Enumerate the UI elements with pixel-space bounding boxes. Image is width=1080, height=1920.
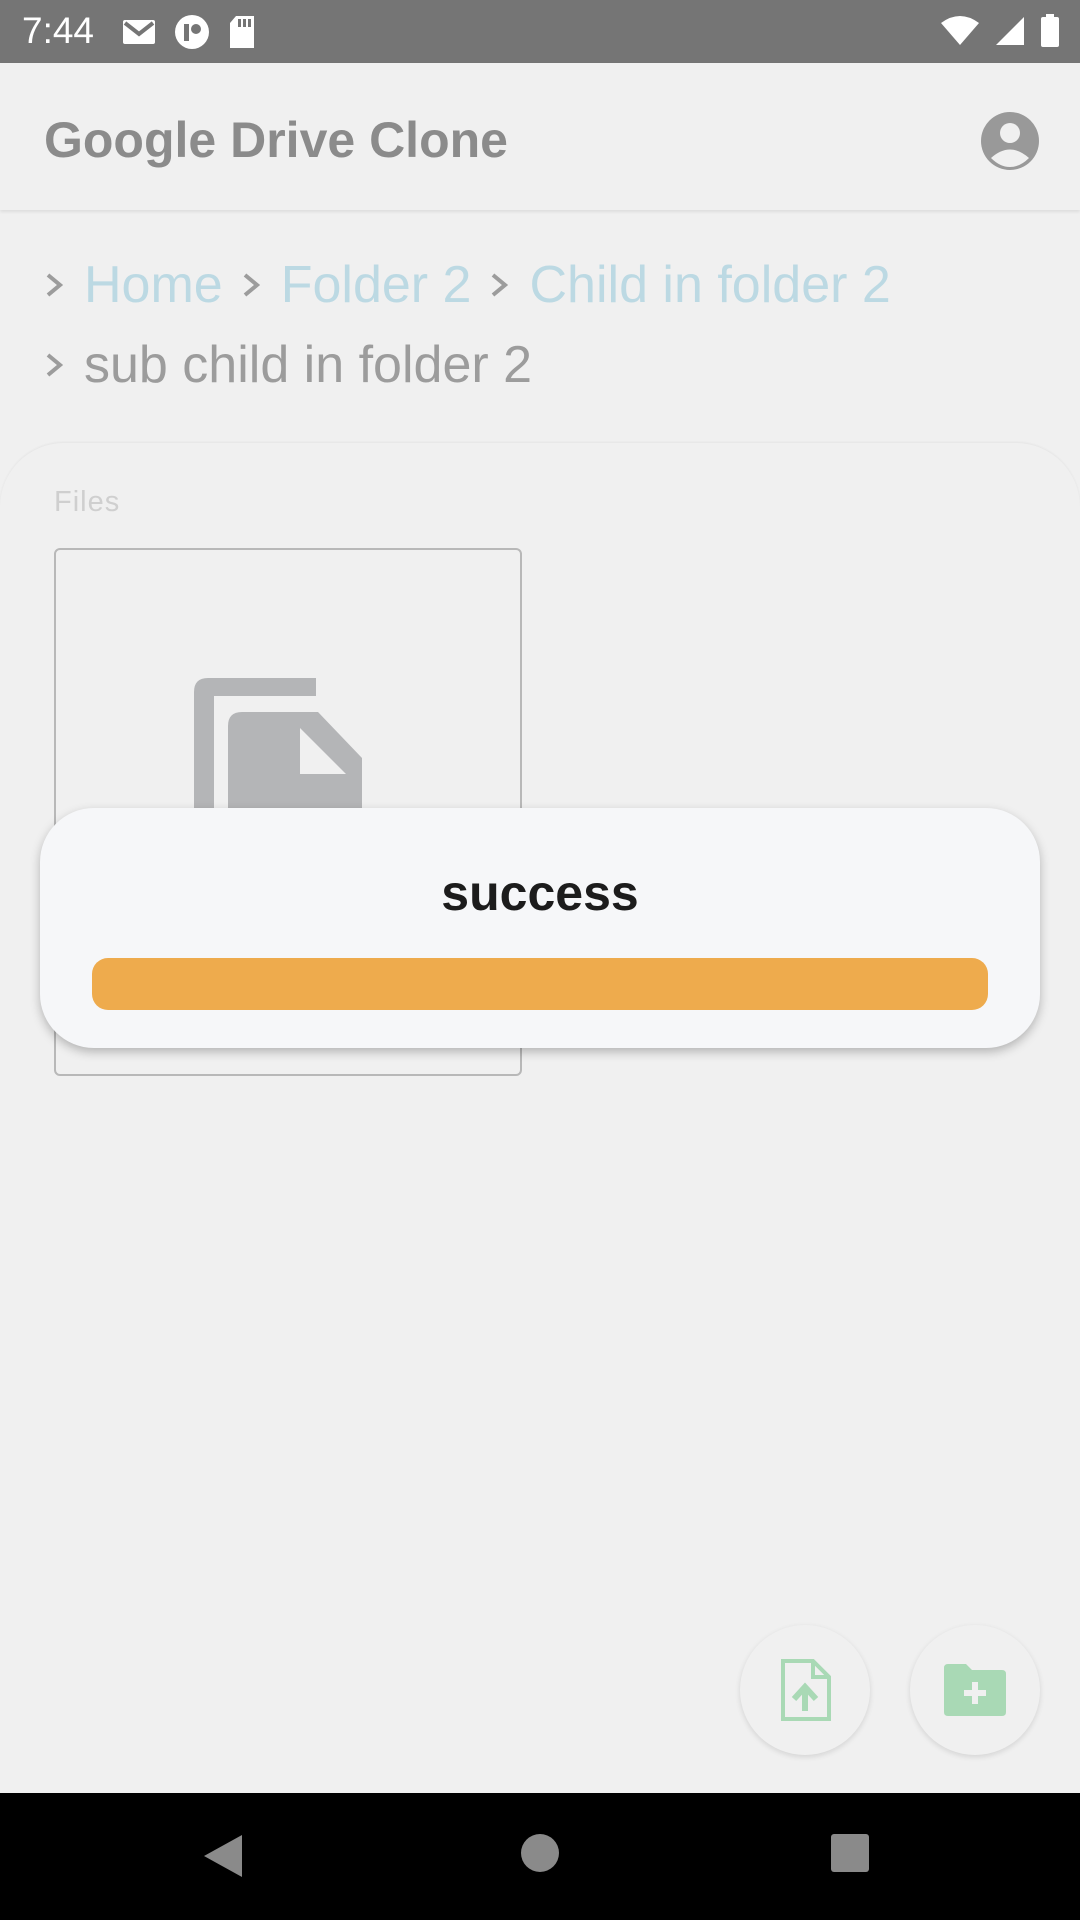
account-circle-icon[interactable] xyxy=(980,111,1040,171)
app-title: Google Drive Clone xyxy=(44,112,508,168)
breadcrumb-item-home[interactable]: Home xyxy=(40,255,223,315)
status-bar: 7:44 xyxy=(0,0,1080,63)
status-notification-icons xyxy=(122,14,256,50)
breadcrumb-item-current: sub child in folder 2 xyxy=(40,335,532,395)
cellular-signal-icon xyxy=(996,17,1024,45)
chevron-right-icon xyxy=(492,273,509,297)
dialog-ok-button[interactable] xyxy=(92,958,988,1010)
breadcrumb-label[interactable]: Folder 2 xyxy=(281,255,472,315)
battery-icon xyxy=(1041,14,1059,47)
gmail-icon xyxy=(123,20,155,44)
home-circle-icon[interactable] xyxy=(520,1833,560,1873)
chevron-right-icon xyxy=(46,273,64,297)
breadcrumb-item-child-in-folder-2[interactable]: Child in folder 2 xyxy=(485,255,891,315)
breadcrumb-label[interactable]: Home xyxy=(84,255,223,315)
dialog-title: success xyxy=(441,865,639,921)
chevron-right-icon xyxy=(243,273,260,297)
breadcrumb-current-label: sub child in folder 2 xyxy=(84,336,533,394)
breadcrumb-label[interactable]: Child in folder 2 xyxy=(529,255,890,315)
chevron-right-icon xyxy=(46,353,64,377)
back-triangle-icon[interactable] xyxy=(202,1833,244,1879)
upload-file-icon xyxy=(781,1659,831,1721)
recents-square-icon[interactable] xyxy=(830,1833,870,1873)
wifi-icon xyxy=(941,16,979,45)
breadcrumb-row: Home Folder 2 Child in folder 2 xyxy=(40,245,1040,325)
app-notification-icon xyxy=(175,15,209,49)
breadcrumb: Home Folder 2 Child in folder 2 sub chil… xyxy=(40,245,1040,405)
sd-card-icon xyxy=(230,16,254,48)
upload-file-button[interactable] xyxy=(740,1625,870,1755)
navigation-bar xyxy=(0,1793,1080,1920)
status-system-icons xyxy=(940,14,1060,48)
breadcrumb-row: sub child in folder 2 xyxy=(40,325,1040,405)
create-folder-button[interactable] xyxy=(910,1625,1040,1755)
status-time: 7:44 xyxy=(22,10,95,51)
create-folder-icon xyxy=(944,1664,1006,1716)
files-section-label: Files xyxy=(54,486,121,518)
breadcrumb-item-folder-2[interactable]: Folder 2 xyxy=(237,255,472,315)
success-dialog: success xyxy=(40,808,1040,1048)
app-bar: Google Drive Clone xyxy=(0,63,1080,210)
